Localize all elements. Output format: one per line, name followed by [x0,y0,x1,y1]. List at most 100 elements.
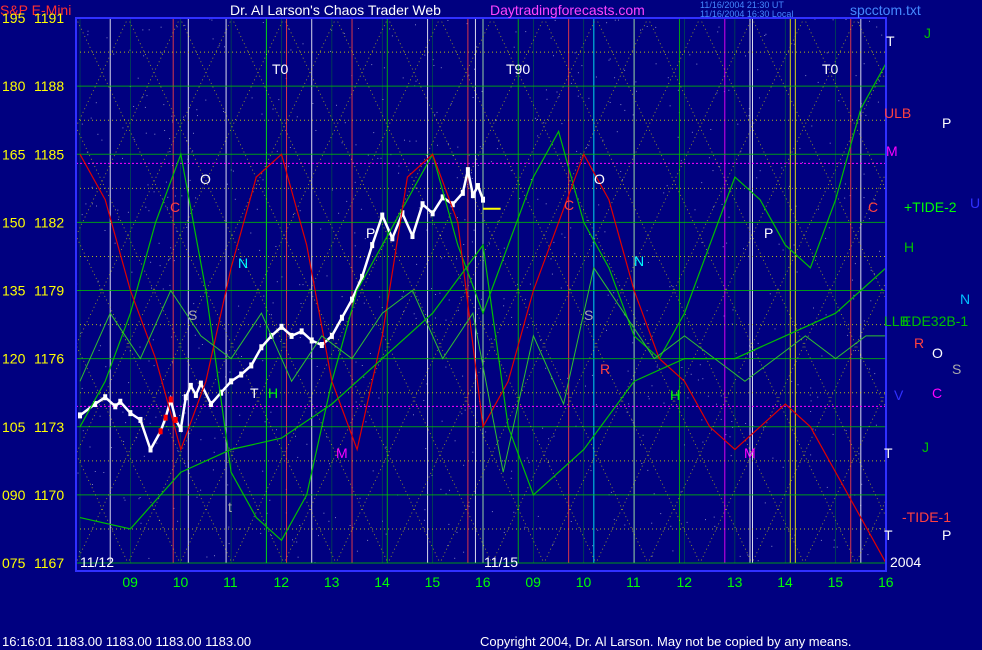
star-dot [632,114,634,116]
star-dot [799,148,801,150]
star-dot [705,519,706,521]
time-marker: T0 [272,61,289,77]
x-tick-hour: 09 [122,574,138,590]
star-dot [881,34,883,36]
star-dot [480,298,482,300]
star-dot [176,26,178,28]
right-marker-label: -TIDE-1 [902,509,951,525]
star-dot [471,178,473,179]
star-dot [299,525,301,526]
price-bar [188,382,193,389]
star-dot [435,294,436,295]
star-dot [833,546,835,548]
star-dot [826,52,828,54]
star-dot [104,230,106,231]
star-dot [672,286,674,288]
star-dot [497,220,499,222]
star-dot [647,395,649,397]
star-dot [170,247,172,249]
star-dot [714,525,716,527]
planet-marker: S [584,307,593,323]
star-dot [812,428,814,430]
star-dot [262,470,264,472]
star-dot [546,98,548,100]
star-dot [401,295,403,297]
star-dot [588,97,590,99]
star-dot [148,360,150,362]
star-dot [413,414,414,416]
star-dot [306,443,308,445]
price-bar [259,344,264,351]
star-dot [653,256,655,257]
star-dot [457,217,458,219]
star-dot [228,543,230,545]
star-dot [666,185,668,187]
star-dot [296,541,298,543]
star-dot [147,184,149,186]
star-dot [197,115,198,117]
star-dot [526,327,528,329]
star-dot [148,557,150,559]
star-dot [624,109,626,111]
star-dot [440,67,442,69]
star-dot [297,556,299,558]
star-dot [454,557,456,559]
star-dot [338,212,340,214]
star-dot [690,373,692,375]
star-dot [413,313,415,315]
star-dot [454,440,456,442]
price-bar [481,196,485,203]
star-dot [771,545,773,547]
star-dot [326,436,328,438]
star-dot [757,560,759,562]
star-dot [184,463,186,465]
star-dot [158,242,160,244]
star-dot [491,511,493,513]
star-dot [293,213,294,215]
star-dot [183,116,184,118]
star-dot [144,106,146,108]
star-dot [717,31,719,33]
right-marker-label: T [884,445,893,461]
star-dot [576,150,578,152]
y-tick-price: 1179 [34,283,64,299]
star-dot [874,373,876,375]
x-tick-hour: 09 [525,574,541,590]
star-dot [697,379,699,381]
star-dot [586,220,588,221]
price-bar [329,332,334,339]
star-dot [316,366,318,367]
star-dot [106,37,108,39]
right-marker-label: J [922,439,929,455]
star-dot [590,470,592,472]
star-dot [226,183,228,185]
star-dot [524,526,526,528]
star-dot [663,192,665,194]
star-dot [117,209,119,211]
star-dot [485,431,487,433]
star-dot [598,204,600,206]
star-dot [415,317,417,319]
star-dot [672,550,674,552]
star-dot [137,77,139,79]
right-marker-label: ULB [884,105,911,121]
star-dot [618,19,619,21]
star-dot [152,339,154,341]
star-dot [503,298,505,300]
star-dot [537,135,539,137]
star-dot [845,19,847,20]
star-dot [553,435,555,437]
star-dot [713,516,715,518]
star-dot [635,81,637,83]
star-dot [641,463,643,464]
star-dot [450,103,452,105]
star-dot [876,26,878,28]
star-dot [299,284,301,286]
site-link[interactable]: Daytradingforecasts.com [490,2,645,18]
star-dot [821,355,823,357]
star-dot [363,376,365,378]
star-dot [232,170,234,172]
star-dot [607,294,609,296]
y-tick-price: 1173 [34,419,64,435]
x-tick-hour: 15 [828,574,844,590]
